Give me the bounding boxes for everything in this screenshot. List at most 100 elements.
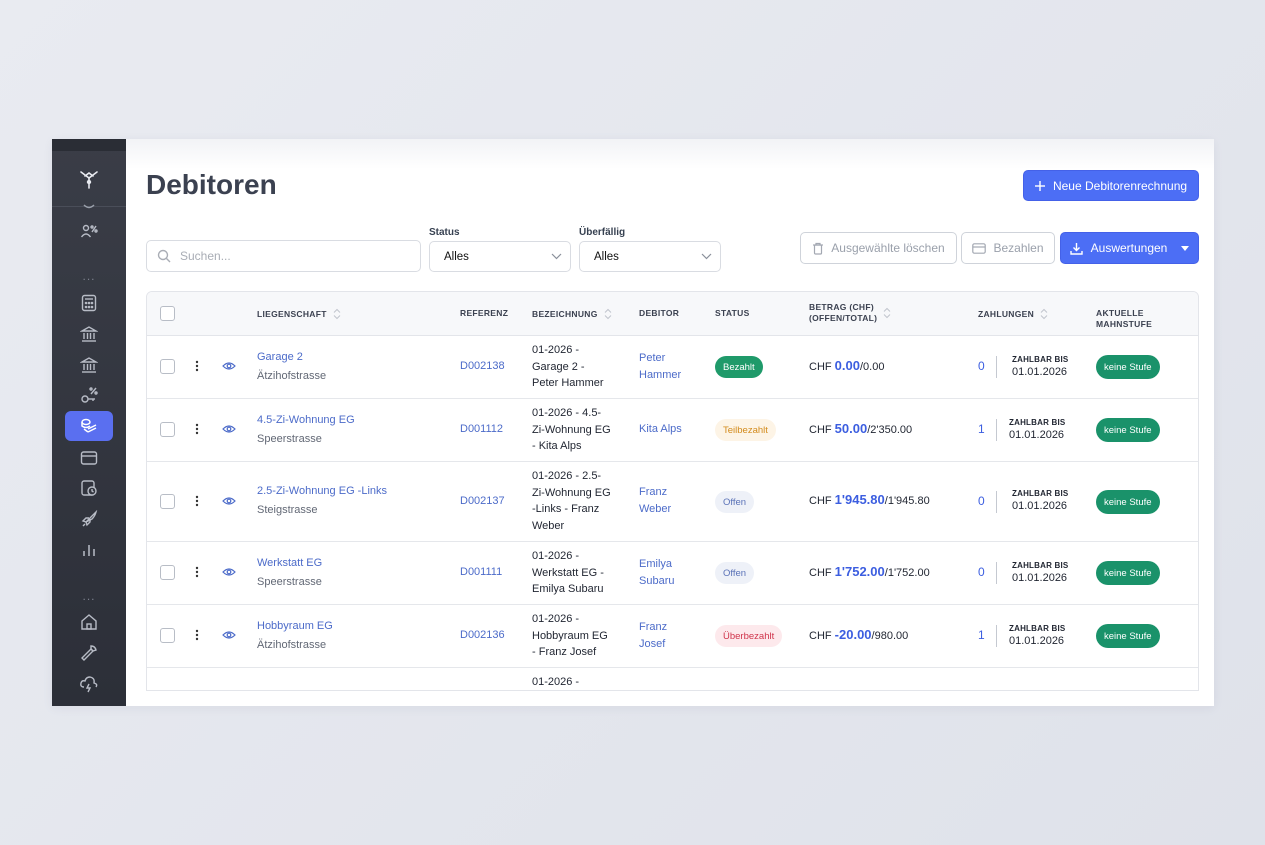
sidebar-item-key-percent[interactable] <box>65 380 113 410</box>
payments-count[interactable]: 1 <box>978 628 985 642</box>
header-description[interactable]: BEZEICHNUNG <box>532 308 612 320</box>
table-row[interactable]: Werkstatt EG Speerstrasse D001111 01-202… <box>147 542 1198 605</box>
table-row[interactable]: 2.5-Zi-Wohnung EG -Links Steigstrasse D0… <box>147 462 1198 542</box>
new-debtor-invoice-button[interactable]: Neue Debitorenrechnung <box>1023 170 1199 201</box>
main-content: Debitoren Neue Debitorenrechnung Status … <box>126 139 1214 706</box>
sidebar-item-clock-receipt[interactable] <box>65 473 113 503</box>
property-link[interactable]: Garage 2 <box>257 349 326 366</box>
header-amount[interactable]: BETRAG (CHF) (OFFEN/TOTAL) <box>809 302 891 324</box>
row-checkbox[interactable] <box>160 628 175 643</box>
header-dunning-label: AKTUELLE MAHNSTUFE <box>1096 308 1153 329</box>
description-cell: 01-2026 - Garage 2 - Peter Hammer <box>532 342 604 392</box>
status-select[interactable]: Alles <box>429 241 571 272</box>
debtor-line: Kita Alps <box>639 423 682 435</box>
reference-link[interactable]: D001111 <box>460 564 502 581</box>
app-window: ... ... Debitoren Neue Debitorenrechnung… <box>52 139 1214 706</box>
debtor-line: Josef <box>639 637 666 650</box>
description-line: - Franz Josef <box>532 646 597 658</box>
header-debtor-label: DEBITOR <box>639 308 680 318</box>
header-property[interactable]: LIEGENSCHAFT <box>257 308 341 320</box>
more-vertical-icon[interactable] <box>195 629 199 641</box>
description-line: 01-2026 - 4.5- <box>532 407 602 419</box>
debtor-link[interactable]: Peter Hammer <box>639 350 681 383</box>
payments-count[interactable]: 1 <box>978 422 985 436</box>
description-line: Weber <box>532 519 565 532</box>
more-vertical-icon[interactable] <box>195 495 199 507</box>
sidebar-item-calculator[interactable] <box>65 288 113 318</box>
more-vertical-icon[interactable] <box>195 423 199 435</box>
eye-icon[interactable] <box>222 361 236 371</box>
property-link[interactable]: 4.5-Zi-Wohnung EG <box>257 412 355 429</box>
reports-button[interactable]: Auswertungen <box>1060 232 1199 264</box>
sidebar-item-partial[interactable] <box>65 203 113 211</box>
sidebar-item-home[interactable] <box>65 607 113 637</box>
new-debtor-invoice-label: Neue Debitorenrechnung <box>1052 178 1188 193</box>
reference-link[interactable]: D002137 <box>460 493 505 510</box>
description-cell: 01-2026 - 4.5- Zi-Wohnung EG - Kita Alps <box>532 405 611 455</box>
reference-link[interactable]: D002138 <box>460 358 505 375</box>
header-payments[interactable]: ZAHLUNGEN <box>978 308 1048 320</box>
property-cell: Werkstatt EG Speerstrasse <box>257 555 322 590</box>
description-line: 01-2026 - <box>532 344 580 356</box>
property-link[interactable]: Werkstatt EG <box>257 555 322 572</box>
amount-cell: CHF 1'945.80/1'945.80 <box>809 492 930 510</box>
debtor-link[interactable]: Emilya Subaru <box>639 556 674 589</box>
status-badge: Offen <box>715 491 755 513</box>
more-vertical-icon[interactable] <box>195 566 199 578</box>
eye-icon[interactable] <box>222 630 236 640</box>
sort-icon <box>604 308 611 320</box>
table-row[interactable]: 4.5-Zi-Wohnung EG Speerstrasse D001112 0… <box>147 399 1198 462</box>
amount-open: 0.00 <box>834 358 860 373</box>
property-cell: 2.5-Zi-Wohnung EG -Links Steigstrasse <box>257 483 387 518</box>
sidebar-item-cloud-bolt[interactable] <box>65 669 113 699</box>
reference-link[interactable]: D002136 <box>460 627 505 644</box>
payments-count[interactable]: 0 <box>978 494 985 508</box>
table-row[interactable]: 01-2026 - <box>147 668 1198 690</box>
sidebar-item-wrench[interactable] <box>65 638 113 668</box>
eye-icon[interactable] <box>222 567 236 577</box>
sidebar-item-debtors[interactable] <box>65 411 113 441</box>
sidebar-item-bank-alt[interactable] <box>65 350 113 380</box>
more-vertical-icon[interactable] <box>195 360 199 372</box>
pay-button[interactable]: Bezahlen <box>961 232 1055 264</box>
table-row[interactable]: Hobbyraum EG Ätzihofstrasse D002136 01-2… <box>147 605 1198 668</box>
select-all-checkbox[interactable] <box>160 306 175 321</box>
row-checkbox[interactable] <box>160 565 175 580</box>
debtor-link[interactable]: Franz Josef <box>639 619 667 652</box>
debtor-link[interactable]: Kita Alps <box>639 421 682 438</box>
header-status-label: STATUS <box>715 308 750 318</box>
sidebar-item-people-percent[interactable] <box>65 216 113 246</box>
eye-icon[interactable] <box>222 424 236 434</box>
row-checkbox[interactable] <box>160 422 175 437</box>
row-checkbox[interactable] <box>160 494 175 509</box>
payable-until-date: 01.01.2026 <box>1012 572 1068 584</box>
dunning-badge: keine Stufe <box>1096 355 1160 379</box>
property-street: Ätzihofstrasse <box>257 638 327 651</box>
bank-icon <box>80 326 98 342</box>
debtor-link[interactable]: Franz Weber <box>639 484 671 517</box>
logo-icon[interactable] <box>52 151 126 207</box>
dunning-badge: keine Stufe <box>1096 490 1160 514</box>
reference-link[interactable]: D001112 <box>460 421 503 438</box>
payments-count[interactable]: 0 <box>978 565 985 579</box>
sidebar-item-credit-card[interactable] <box>65 443 113 473</box>
search-input[interactable] <box>180 249 400 263</box>
sidebar: ... ... <box>52 139 126 706</box>
reports-label: Auswertungen <box>1090 241 1168 255</box>
table-row[interactable]: Garage 2 Ätzihofstrasse D002138 01-2026 … <box>147 336 1198 399</box>
property-street: Ätzihofstrasse <box>257 369 327 382</box>
wrench-icon <box>81 645 97 661</box>
description-line: 01-2026 - <box>532 613 580 625</box>
sidebar-item-rocket[interactable] <box>65 504 113 534</box>
delete-selected-button[interactable]: Ausgewählte löschen <box>800 232 957 264</box>
search-box[interactable] <box>146 240 421 272</box>
row-checkbox[interactable] <box>160 359 175 374</box>
sidebar-item-bank[interactable] <box>65 319 113 349</box>
payable-until-label: ZAHLBAR BIS <box>1009 418 1066 427</box>
property-link[interactable]: 2.5-Zi-Wohnung EG -Links <box>257 483 387 500</box>
overdue-select[interactable]: Alles <box>579 241 721 272</box>
payments-count[interactable]: 0 <box>978 359 985 373</box>
eye-icon[interactable] <box>222 496 236 506</box>
sidebar-item-bar-chart[interactable] <box>65 535 113 565</box>
property-link[interactable]: Hobbyraum EG <box>257 618 333 635</box>
